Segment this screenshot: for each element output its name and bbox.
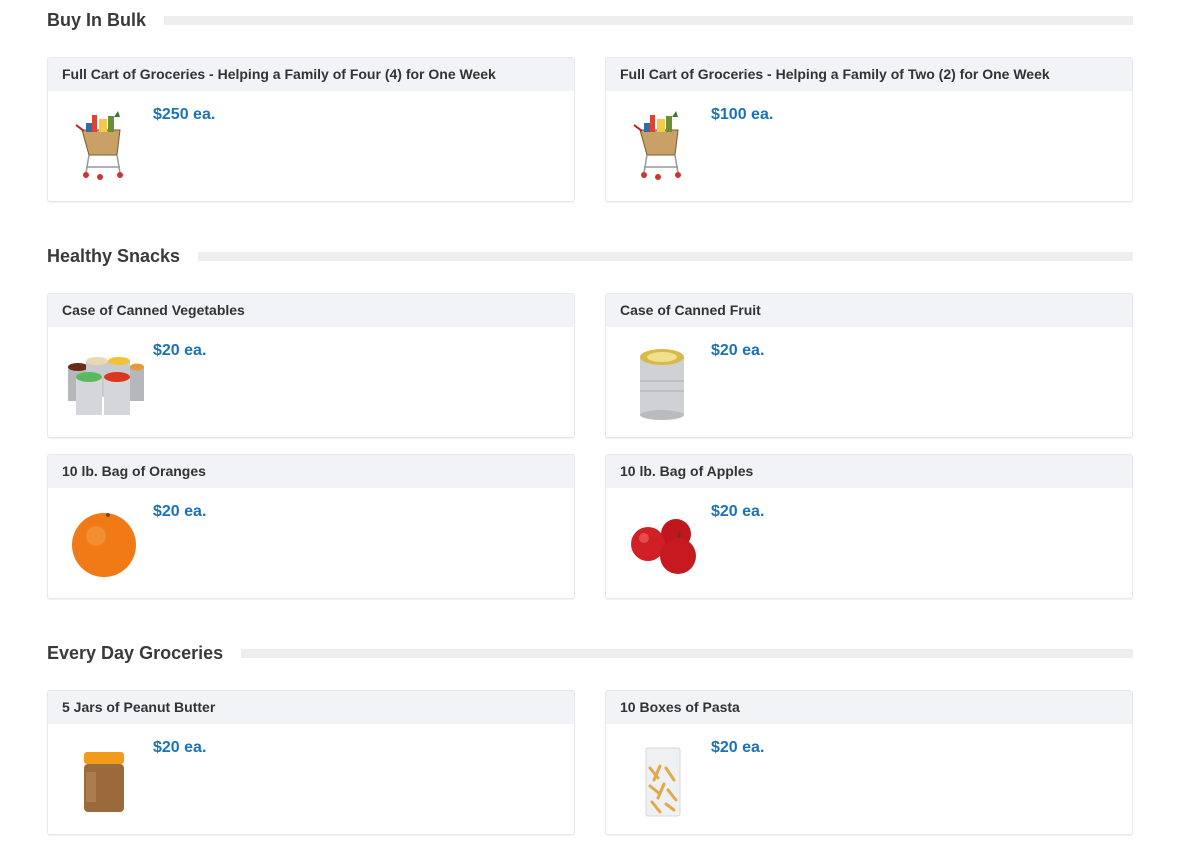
product-price: $20 ea.: [711, 739, 765, 756]
product-card[interactable]: Case of Canned Vegetables $20 ea.: [47, 293, 575, 438]
grocery-cart-icon: [75, 111, 123, 180]
product-title: Case of Canned Vegetables: [48, 294, 574, 327]
section-header-healthy-snacks: Healthy Snacks: [47, 244, 1133, 268]
orange-icon: [72, 513, 136, 577]
product-card[interactable]: Full Cart of Groceries - Helping a Famil…: [605, 57, 1133, 202]
section-header-every-day-groceries: Every Day Groceries: [47, 641, 1133, 665]
section-divider: [191, 252, 1133, 261]
grocery-cart-icon: [633, 111, 681, 180]
section-header-buy-in-bulk: Buy In Bulk: [47, 8, 1133, 32]
product-price: $100 ea.: [711, 106, 774, 123]
product-title: Full Cart of Groceries - Helping a Famil…: [606, 58, 1132, 91]
product-title: 10 lb. Bag of Oranges: [48, 455, 574, 488]
pasta-bag-icon: [645, 747, 681, 817]
section-title: Buy In Bulk: [47, 8, 165, 32]
apples-icon: [631, 519, 696, 574]
product-title: Case of Canned Fruit: [606, 294, 1132, 327]
peanut-butter-jar-icon: [84, 752, 124, 812]
product-card[interactable]: Case of Canned Fruit $20 ea.: [605, 293, 1133, 438]
product-title: 10 Boxes of Pasta: [606, 691, 1132, 724]
product-card[interactable]: 10 lb. Bag of Oranges $20 ea.: [47, 454, 575, 599]
product-price: $20 ea.: [153, 739, 207, 756]
product-card[interactable]: 10 lb. Bag of Apples $20 ea.: [605, 454, 1133, 599]
canned-fruit-icon: [640, 349, 684, 420]
product-price: $250 ea.: [153, 106, 216, 123]
section-title: Every Day Groceries: [47, 641, 242, 665]
product-card[interactable]: 5 Jars of Peanut Butter $20 ea.: [47, 690, 575, 835]
product-title: 5 Jars of Peanut Butter: [48, 691, 574, 724]
product-price: $20 ea.: [711, 503, 765, 520]
section-divider: [159, 16, 1133, 25]
product-title: Full Cart of Groceries - Helping a Famil…: [48, 58, 574, 91]
product-price: $20 ea.: [153, 342, 207, 359]
section-title: Healthy Snacks: [47, 244, 199, 268]
canned-vegetables-icon: [68, 357, 144, 415]
product-title: 10 lb. Bag of Apples: [606, 455, 1132, 488]
product-price: $20 ea.: [711, 342, 765, 359]
section-divider: [232, 649, 1133, 658]
product-price: $20 ea.: [153, 503, 207, 520]
product-card[interactable]: Full Cart of Groceries - Helping a Famil…: [47, 57, 575, 202]
product-card[interactable]: 10 Boxes of Pasta $20 ea.: [605, 690, 1133, 835]
